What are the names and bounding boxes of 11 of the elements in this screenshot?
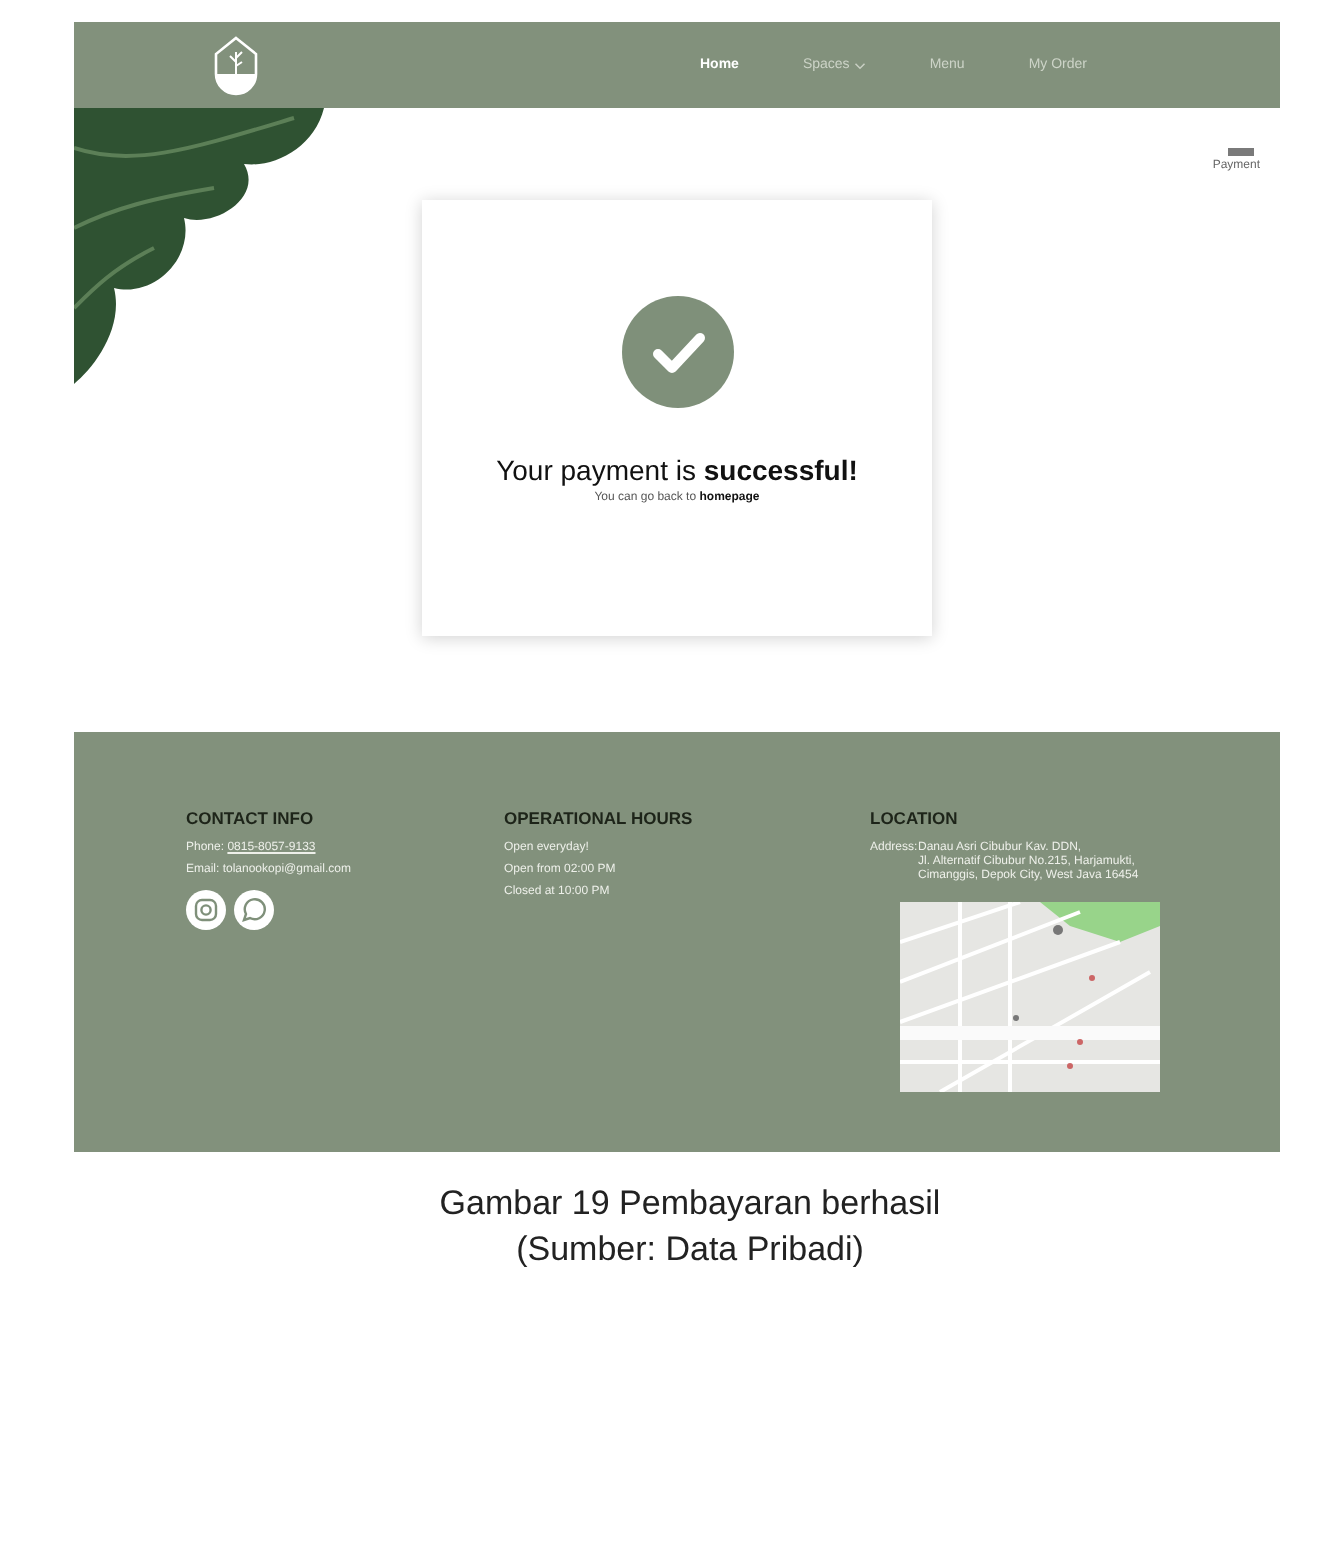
chat-phone-icon[interactable] xyxy=(234,890,274,930)
success-title: Your payment is successful! xyxy=(496,454,858,486)
checkmark-icon xyxy=(621,296,733,408)
step-indicator xyxy=(1228,148,1254,156)
footer-heading: OPERATIONAL HOURS xyxy=(504,808,695,828)
figure-caption: Gambar 19 Pembayaran berhasil xyxy=(437,1182,943,1226)
figure-caption: (Sumber: Data Pribadi) xyxy=(514,1228,866,1272)
camera-icon[interactable] xyxy=(186,890,226,930)
footer-heading: CONTACT INFO xyxy=(186,808,316,828)
footer-heading: LOCATION xyxy=(870,808,960,828)
tree-logo-icon[interactable] xyxy=(212,35,260,95)
